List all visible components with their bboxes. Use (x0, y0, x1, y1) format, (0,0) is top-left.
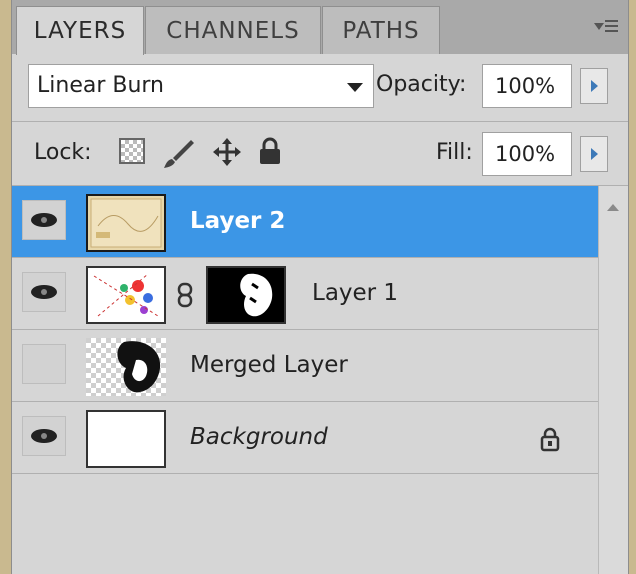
layers-panel: LAYERS CHANNELS PATHS Linear Burn Opacit… (11, 0, 629, 574)
layers-scrollbar[interactable] (598, 186, 628, 574)
visibility-toggle[interactable] (22, 416, 66, 456)
eye-icon (31, 213, 57, 227)
fill-slider-button[interactable] (580, 136, 608, 172)
layer-thumbnail[interactable] (86, 410, 166, 468)
lock-image-icon[interactable] (161, 136, 197, 172)
layer-thumbnail[interactable] (86, 338, 166, 396)
layer-row-layer-2[interactable]: Layer 2 (12, 186, 598, 258)
layer-name: Merged Layer (190, 352, 348, 378)
opacity-value: 100% (495, 74, 556, 98)
eye-icon (31, 285, 57, 299)
fill-value: 100% (495, 142, 556, 166)
lock-transparent-icon[interactable] (119, 138, 145, 164)
tab-layers[interactable]: LAYERS (16, 6, 144, 55)
layer-row-background[interactable]: Background (12, 402, 598, 474)
mask-thumbnail-image (208, 268, 284, 322)
chain-link-icon[interactable] (176, 282, 194, 308)
divider (12, 121, 628, 122)
layer-name: Layer 2 (190, 208, 286, 234)
tab-paths[interactable]: PATHS (322, 6, 440, 54)
layer-thumbnail[interactable] (86, 266, 166, 324)
layer-mask-thumbnail[interactable] (206, 266, 286, 324)
fill-field[interactable]: 100% (482, 132, 572, 176)
panel-menu-icon[interactable] (594, 18, 618, 38)
layer-name: Background (190, 424, 328, 450)
layer-2-thumbnail-image (88, 196, 164, 250)
layer-thumbnail[interactable] (86, 194, 166, 252)
fill-label: Fill: (436, 140, 473, 165)
merged-layer-thumbnail-image (86, 338, 166, 396)
lock-position-icon[interactable] (211, 136, 243, 168)
layer-1-thumbnail-image (88, 268, 164, 322)
opacity-field[interactable]: 100% (482, 64, 572, 108)
layers-list: Layer 2 Layer 1 Merged Layer Background (12, 186, 598, 574)
opacity-slider-button[interactable] (580, 68, 608, 104)
arrow-right-icon (591, 80, 598, 92)
lock-all-icon[interactable] (258, 136, 282, 166)
chevron-down-icon (347, 83, 363, 92)
blend-mode-select[interactable]: Linear Burn (28, 64, 374, 108)
layer-name: Layer 1 (312, 280, 399, 306)
layer-row-merged-layer[interactable]: Merged Layer (12, 330, 598, 402)
scroll-up-icon[interactable] (607, 204, 619, 211)
eye-icon (31, 429, 57, 443)
visibility-toggle[interactable] (22, 344, 66, 384)
layer-row-layer-1[interactable]: Layer 1 (12, 258, 598, 330)
visibility-toggle[interactable] (22, 272, 66, 312)
visibility-toggle[interactable] (22, 200, 66, 240)
panel-tab-bar: LAYERS CHANNELS PATHS (12, 0, 628, 55)
opacity-label: Opacity: (376, 72, 467, 97)
arrow-right-icon (591, 148, 598, 160)
blend-mode-value: Linear Burn (37, 73, 165, 98)
lock-icon (540, 427, 560, 452)
tab-channels[interactable]: CHANNELS (145, 6, 321, 54)
lock-label: Lock: (34, 140, 92, 165)
